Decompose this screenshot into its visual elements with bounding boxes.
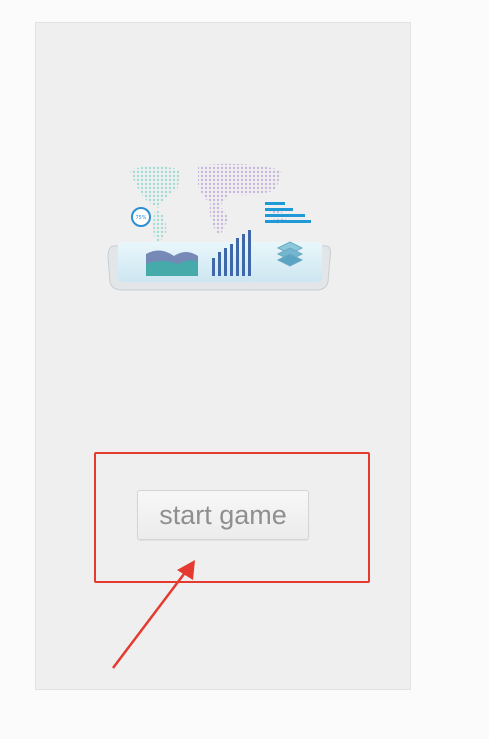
gauge-label: 75% (135, 215, 146, 221)
app-screen (35, 22, 411, 690)
start-game-button[interactable]: start game (137, 490, 309, 540)
analytics-phone-illustration: 75% (107, 163, 331, 291)
annotation-arrow-icon (112, 560, 195, 669)
